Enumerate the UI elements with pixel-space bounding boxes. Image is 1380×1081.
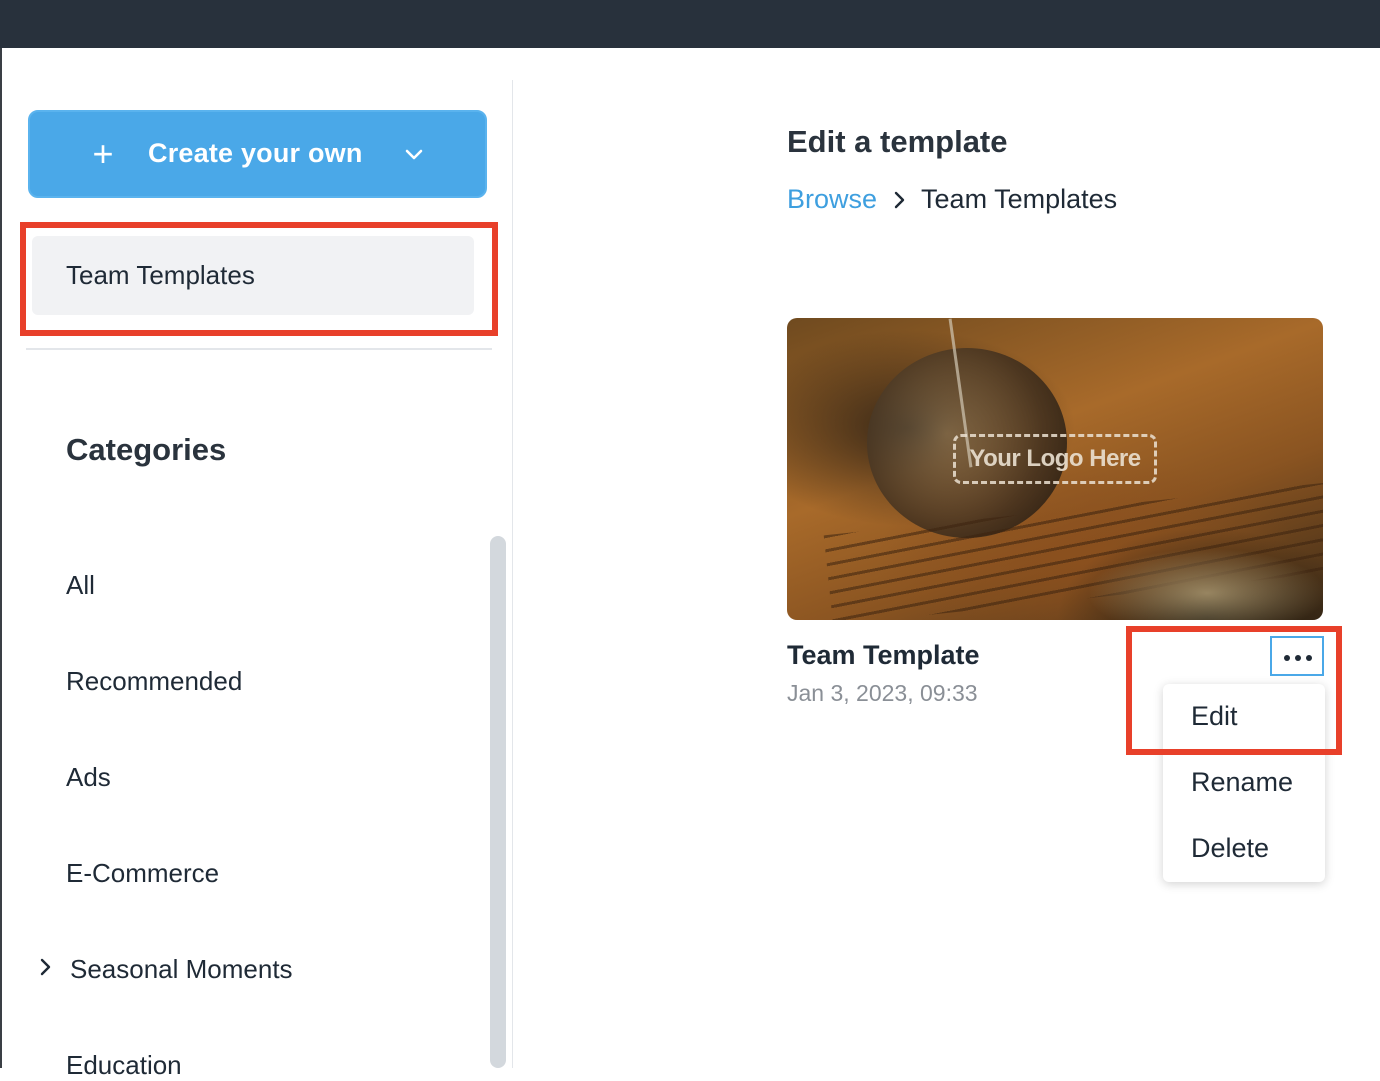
breadcrumb-browse-link[interactable]: Browse	[787, 184, 877, 215]
create-your-own-button[interactable]: + Create your own	[28, 110, 487, 198]
page-title: Edit a template	[787, 124, 1008, 159]
chevron-right-icon[interactable]	[36, 957, 56, 977]
category-all[interactable]: All	[66, 570, 95, 601]
category-ads[interactable]: Ads	[66, 762, 111, 793]
sidebar-border	[512, 80, 513, 1068]
chevron-down-icon[interactable]	[402, 142, 426, 166]
categories-heading: Categories	[66, 432, 227, 467]
annotation-highlight-edit	[1126, 626, 1342, 755]
menu-item-rename[interactable]: Rename	[1191, 767, 1293, 798]
category-e-commerce[interactable]: E-Commerce	[66, 858, 219, 889]
plus-icon: +	[92, 133, 114, 174]
breadcrumb-current: Team Templates	[921, 184, 1118, 214]
breadcrumb: Browse Team Templates	[787, 184, 1117, 215]
chevron-right-icon	[894, 191, 905, 208]
top-bar	[0, 0, 1380, 48]
annotation-highlight-team-templates	[20, 222, 498, 336]
create-your-own-label: Create your own	[148, 138, 363, 168]
logo-placeholder: Your Logo Here	[953, 434, 1157, 484]
category-recommended[interactable]: Recommended	[66, 666, 242, 697]
sidebar-divider	[26, 348, 492, 350]
sidebar: + Create your own Team Templates Categor…	[2, 48, 513, 1080]
category-seasonal-moments[interactable]: Seasonal Moments	[70, 954, 293, 985]
menu-item-delete[interactable]: Delete	[1191, 833, 1269, 864]
template-date: Jan 3, 2023, 09:33	[787, 680, 978, 706]
category-education[interactable]: Education	[66, 1050, 182, 1081]
template-name: Team Template	[787, 640, 980, 670]
template-thumbnail[interactable]: Your Logo Here	[787, 318, 1323, 620]
sidebar-scrollbar[interactable]	[490, 536, 506, 1068]
